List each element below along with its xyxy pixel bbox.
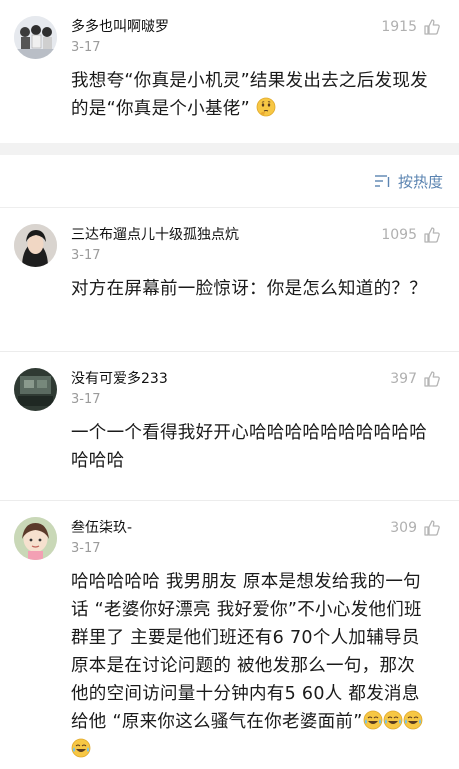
avatar-image — [14, 224, 57, 267]
comment-item: 没有可爱多233 3-17 397 一个一个看得我好开心哈哈哈哈哈哈哈哈哈哈哈哈… — [0, 352, 459, 500]
comment-text: 哈哈哈哈哈 我男朋友 原本是想发给我的一句话 “老婆你好漂亮 我好爱你”不小心发… — [71, 568, 445, 764]
comment-text: 对方在屏幕前一脸惊讶：你是怎么知道的？？ — [71, 279, 427, 299]
comment-item: 三达布遛点儿十级孤独点炕 3-17 1095 对方在屏幕前一脸惊讶：你是怎么知道… — [0, 208, 459, 351]
like-button[interactable]: 1915 — [381, 18, 441, 36]
comment-date: 3-17 — [71, 541, 101, 556]
comment-item: 叁伍柒玖- 3-17 309 哈哈哈哈哈 我男朋友 原本是想发给我的一句话 “老… — [0, 501, 459, 764]
comment-date: 3-17 — [71, 392, 101, 407]
comment-text-content: 哈哈哈哈哈 我男朋友 原本是想发给我的一句话 “老婆你好漂亮 我好爱你”不小心发… — [71, 572, 422, 732]
comment-top: 多多也叫啊啵罗 3-17 1915 我想夸“你真是小机灵”结果发出去之后发现发的… — [0, 0, 459, 143]
like-button[interactable]: 397 — [390, 370, 441, 388]
comment-text-content: 我想夸“你真是小机灵”结果发出去之后发现发的是“你真是个小基佬” — [71, 71, 428, 119]
thinking-face-icon — [256, 97, 276, 117]
like-count: 309 — [390, 520, 417, 536]
avatar[interactable] — [14, 368, 57, 411]
section-separator — [0, 143, 459, 155]
avatar[interactable] — [14, 224, 57, 267]
like-count: 1915 — [381, 19, 417, 35]
thumb-up-icon — [424, 19, 440, 35]
like-button[interactable]: 309 — [390, 519, 441, 537]
comment-text: 我想夸“你真是小机灵”结果发出去之后发现发的是“你真是个小基佬” — [71, 67, 445, 123]
avatar-image — [14, 16, 57, 59]
sort-label: 按热度 — [397, 172, 443, 191]
like-count: 397 — [390, 371, 417, 387]
avatar[interactable] — [14, 16, 57, 59]
comment-date: 3-17 — [71, 248, 101, 263]
thumb-up-icon — [424, 520, 440, 536]
avatar[interactable] — [14, 517, 57, 560]
avatar-image — [14, 368, 57, 411]
avatar-image — [14, 517, 57, 560]
like-count: 1095 — [381, 227, 417, 243]
thumb-up-icon — [424, 371, 440, 387]
like-button[interactable]: 1095 — [381, 226, 441, 244]
username[interactable]: 没有可爱多233 — [71, 369, 445, 389]
comment-text: 一个一个看得我好开心哈哈哈哈哈哈哈哈哈哈哈哈哈 — [71, 423, 427, 471]
sort-toggle[interactable]: 按热度 — [0, 155, 459, 208]
comment-date: 3-17 — [71, 40, 101, 55]
username[interactable]: 叁伍柒玖- — [71, 518, 445, 538]
sort-icon — [374, 175, 390, 187]
thumb-up-icon — [424, 227, 440, 243]
